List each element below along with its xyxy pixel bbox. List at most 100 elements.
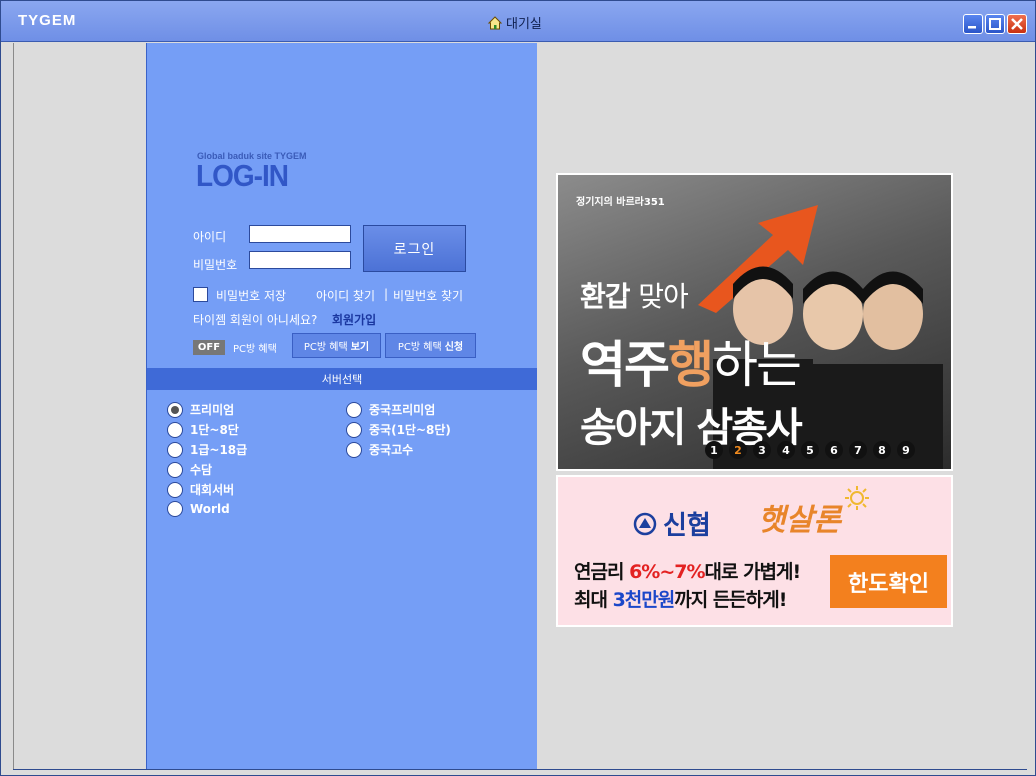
banner-page-dot[interactable]: 6	[825, 441, 843, 459]
banner-page-dot[interactable]: 9	[897, 441, 915, 459]
pc-benefit-apply-bold: 신청	[444, 342, 464, 353]
maximize-icon	[989, 18, 1001, 30]
pc-benefit-view-bold: 보기	[350, 342, 370, 353]
ad-loan-rate: 6%~7%	[629, 561, 705, 583]
server-option-1dan-8dan[interactable]: 1단~8단	[167, 421, 239, 438]
server-option-label: 프리미엄	[190, 403, 235, 417]
server-option-label: 중국고수	[369, 443, 414, 457]
password-input[interactable]	[249, 251, 351, 269]
ad-loan-line-2: 최대 3천만원까지 든든하게!	[574, 585, 787, 612]
ad-brand-sinhyup: 신협	[633, 505, 711, 542]
ad-headline-2-c: 하는	[712, 336, 802, 394]
radio-icon	[167, 481, 183, 498]
banner-ad-baduk[interactable]: 정기지의 바르라351 환갑 맞아 역주행하는 송아지 삼총사 1 2 3 4 …	[556, 173, 953, 471]
banner-page-dot[interactable]: 4	[777, 441, 795, 459]
server-option-world[interactable]: World	[167, 501, 230, 517]
window-title: 대기실	[487, 13, 542, 32]
ad-logo: 정기지의 바르라351	[576, 197, 665, 208]
id-label: 아이디	[193, 230, 227, 244]
server-option-china-master[interactable]: 중국고수	[346, 441, 413, 458]
title-bar[interactable]: TYGEM 대기실	[1, 1, 1035, 42]
id-input[interactable]	[249, 225, 351, 243]
server-option-china-premium[interactable]: 중국프리미엄	[346, 401, 435, 418]
banner-page-dot[interactable]: 7	[849, 441, 867, 459]
ad-loan-line-1-a: 연금리	[574, 561, 630, 583]
close-button[interactable]	[1007, 14, 1027, 34]
password-label: 비밀번호	[193, 258, 238, 272]
server-select-header: 서버선택	[147, 368, 537, 390]
ad-brand-haetsalon: 햇살론	[758, 503, 841, 538]
ad-loan-line-2-c: 까지 든든하게!	[674, 589, 787, 611]
login-panel: Global baduk site TYGEM LOG-IN 아이디 비밀번호 …	[146, 43, 538, 769]
ad-headline-1-rest: 맞아	[638, 280, 689, 313]
banner-page-dot-active[interactable]: 2	[729, 441, 747, 459]
join-link[interactable]: 회원가입	[332, 311, 376, 328]
server-option-premium[interactable]: 프리미엄	[167, 401, 234, 418]
server-option-label: 수담	[190, 463, 213, 477]
close-icon	[1011, 18, 1023, 30]
minimize-button[interactable]	[963, 14, 983, 34]
ad-headline-1: 환갑 맞아	[580, 275, 689, 315]
person-illustration	[843, 271, 943, 469]
ad-headline-1-bold: 환갑	[580, 280, 631, 313]
radio-icon	[167, 441, 183, 458]
left-pane	[13, 43, 146, 769]
save-password-label[interactable]: 비밀번호 저장	[216, 287, 286, 304]
server-option-1geup-18geup[interactable]: 1급~18급	[167, 441, 247, 458]
server-option-tournament[interactable]: 대회서버	[167, 481, 234, 498]
not-member-text: 타이젬 회원이 아니세요?	[193, 313, 318, 327]
radio-icon	[346, 401, 362, 418]
window-controls	[963, 14, 1027, 34]
banner-page-dot[interactable]: 5	[801, 441, 819, 459]
check-limit-button[interactable]: 한도확인	[830, 555, 947, 608]
server-option-label: 1급~18급	[190, 443, 248, 457]
sinhyup-logo-icon	[633, 512, 657, 535]
bottom-border	[13, 769, 1027, 770]
link-separator: |	[384, 287, 389, 301]
ad-brand-sinhyup-text: 신협	[663, 511, 711, 541]
minimize-icon	[968, 26, 976, 29]
banner-page-dot[interactable]: 8	[873, 441, 891, 459]
main-window: TYGEM 대기실 Global baduk site TYGEM LOG-IN…	[0, 0, 1036, 776]
ad-headline-2-b: 행	[668, 336, 714, 394]
pc-benefit-view-button[interactable]: PC방 혜택 보기	[292, 333, 381, 358]
radio-selected-icon	[167, 401, 183, 418]
pc-benefit-view-prefix: PC방 혜택	[303, 342, 348, 353]
server-option-sudam[interactable]: 수담	[167, 461, 212, 478]
radio-icon	[346, 421, 362, 438]
sun-icon	[845, 486, 869, 510]
banner-ad-loan[interactable]: 신협 햇살론 연금리 6%~7%대로 가볍게! 최대 3천만원까지 든든하게! …	[556, 475, 953, 627]
maximize-button[interactable]	[985, 14, 1005, 34]
banner-pagination: 1 2 3 4 5 6 7 8 9	[705, 441, 915, 459]
server-option-china-1dan-8dan[interactable]: 중국(1단~8단)	[346, 421, 451, 438]
radio-icon	[346, 441, 362, 458]
right-pane: 정기지의 바르라351 환갑 맞아 역주행하는 송아지 삼총사 1 2 3 4 …	[537, 43, 1027, 769]
ad-headline-2-a: 역주	[580, 336, 670, 394]
pc-benefit-status-badge: OFF	[193, 340, 225, 355]
server-option-label: 1단~8단	[190, 423, 239, 437]
login-button[interactable]: 로그인	[363, 225, 466, 272]
home-icon	[487, 15, 503, 29]
server-option-label: World	[190, 502, 230, 516]
server-option-label: 대회서버	[190, 483, 235, 497]
ad-loan-line-2-a: 최대	[574, 589, 613, 611]
server-option-label: 중국(1단~8단)	[369, 423, 451, 437]
ad-loan-amount: 3천만원	[612, 589, 676, 611]
pc-benefit-apply-prefix: PC방 혜택	[397, 342, 442, 353]
save-password-checkbox[interactable]	[193, 287, 208, 302]
ad-loan-line-1-c: 대로 가볍게!	[704, 561, 802, 583]
login-heading: LOG-IN	[196, 158, 289, 193]
radio-icon	[167, 461, 183, 478]
find-password-link[interactable]: 비밀번호 찾기	[393, 287, 463, 304]
banner-page-dot[interactable]: 3	[753, 441, 771, 459]
brand-logo: TYGEM	[18, 12, 77, 29]
find-id-link[interactable]: 아이디 찾기	[316, 287, 375, 304]
pc-benefit-apply-button[interactable]: PC방 혜택 신청	[385, 333, 476, 358]
banner-page-dot[interactable]: 1	[705, 441, 723, 459]
radio-icon	[167, 501, 183, 517]
ad-loan-line-1: 연금리 6%~7%대로 가볍게!	[574, 557, 802, 584]
ad-headline-2: 역주행하는	[580, 325, 802, 397]
server-option-label: 중국프리미엄	[369, 403, 436, 417]
pc-benefit-label: PC방 혜택	[233, 344, 277, 355]
radio-icon	[167, 421, 183, 438]
